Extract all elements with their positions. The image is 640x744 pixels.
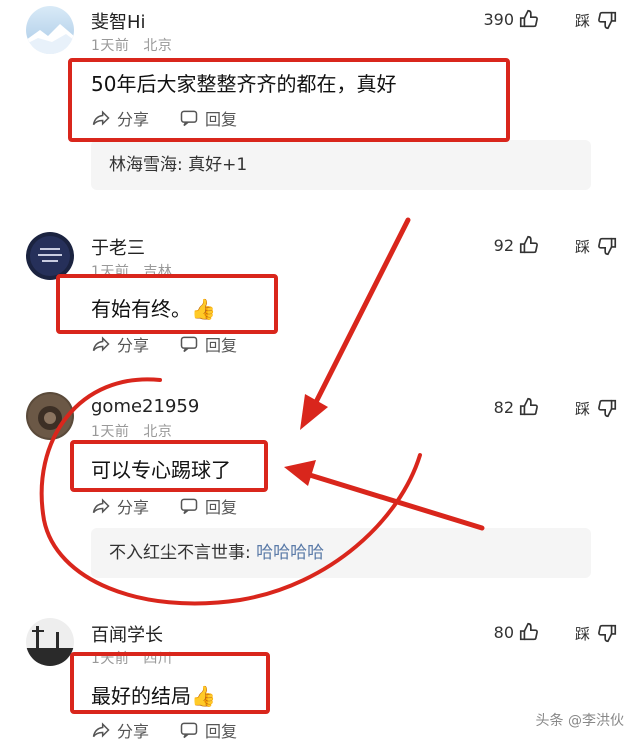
dislike-label: 踩 (574, 11, 590, 30)
comment-text: 有始有终。👍 (91, 297, 216, 321)
like-button[interactable]: 92 (494, 234, 540, 256)
like-button[interactable]: 82 (494, 396, 540, 418)
like-button[interactable]: 80 (494, 621, 540, 643)
thumb-up-icon (519, 622, 538, 641)
comment-location: 北京 (143, 38, 173, 54)
comment-location: 北京 (143, 424, 173, 440)
like-button[interactable]: 390 (483, 8, 540, 30)
share-label: 分享 (117, 722, 150, 741)
like-count: 390 (483, 9, 514, 29)
thumb-up-icon (519, 9, 538, 28)
share-button[interactable]: 分享 (91, 332, 149, 356)
like-count: 92 (493, 235, 514, 255)
thumb-up-icon (519, 397, 538, 416)
comment-meta: 1天前 吉林 (91, 261, 172, 281)
reply-icon (180, 336, 198, 353)
comment-text: 50年后大家整整齐齐的都在，真好 (91, 72, 397, 96)
reply-icon (180, 110, 198, 127)
avatar[interactable] (26, 618, 74, 666)
reply-author: 林海雪海: (109, 155, 183, 175)
reply-label: 回复 (205, 110, 238, 129)
thumb-up-icon (519, 235, 538, 254)
username[interactable]: 百闻学长 (91, 621, 163, 647)
share-button[interactable]: 分享 (91, 106, 149, 130)
share-label: 分享 (117, 110, 150, 129)
username[interactable]: 于老三 (91, 234, 145, 260)
reply-text: 哈哈哈哈 (256, 543, 325, 563)
share-button[interactable]: 分享 (91, 494, 149, 518)
share-label: 分享 (117, 498, 150, 517)
comment-location: 四川 (143, 651, 173, 667)
reply-preview[interactable]: 林海雪海: 真好+1 (91, 140, 591, 190)
share-icon (92, 722, 110, 738)
comment-actions: 分享 回复 (91, 106, 237, 130)
dislike-button[interactable]: 踩 (575, 9, 618, 31)
dislike-label: 踩 (574, 399, 590, 418)
reply-label: 回复 (205, 722, 238, 741)
reply-button[interactable]: 回复 (179, 718, 237, 742)
comment-actions: 分享 回复 (91, 332, 237, 356)
share-button[interactable]: 分享 (91, 718, 149, 742)
comment-text: 最好的结局👍 (91, 684, 216, 708)
reply-icon (180, 498, 198, 515)
share-icon (92, 336, 110, 352)
comment-time: 1天前 (91, 38, 130, 54)
thumb-down-icon (598, 11, 617, 30)
comment-meta: 1天前 北京 (91, 421, 172, 441)
avatar[interactable] (26, 392, 74, 440)
comment-text: 可以专心踢球了 (91, 458, 231, 482)
comment-3: gome21959 1天前 北京 82 踩 可以专心踢球了 分享 回复 不入红尘不… (0, 390, 640, 590)
comment-location: 吉林 (143, 264, 173, 280)
comment-meta: 1天前 四川 (91, 648, 172, 668)
reply-button[interactable]: 回复 (179, 494, 237, 518)
thumb-down-icon (598, 237, 617, 256)
comment-time: 1天前 (91, 651, 130, 667)
reply-icon (180, 722, 198, 739)
reply-text: 真好+1 (188, 155, 248, 175)
avatar[interactable] (26, 6, 74, 54)
thumb-down-icon (598, 399, 617, 418)
username[interactable]: gome21959 (91, 396, 199, 417)
username[interactable]: 斐智Hi (91, 8, 146, 34)
reply-button[interactable]: 回复 (179, 332, 237, 356)
comment-time: 1天前 (91, 264, 130, 280)
dislike-button[interactable]: 踩 (575, 397, 618, 419)
reply-button[interactable]: 回复 (179, 106, 237, 130)
share-label: 分享 (117, 336, 150, 355)
share-icon (92, 110, 110, 126)
comment-actions: 分享 回复 (91, 494, 237, 518)
comment-1: 斐智Hi 1天前 北京 390 踩 50年后大家整整齐齐的都在，真好 分享 回复 … (0, 0, 640, 200)
watermark: 头条 @李洪伙 (535, 713, 624, 729)
reply-label: 回复 (205, 498, 238, 517)
dislike-label: 踩 (574, 624, 590, 643)
like-count: 80 (493, 622, 514, 642)
comment-2: 于老三 1天前 吉林 92 踩 有始有终。👍 分享 回复 (0, 226, 640, 366)
avatar[interactable] (26, 232, 74, 280)
thumb-down-icon (598, 624, 617, 643)
comment-time: 1天前 (91, 424, 130, 440)
dislike-button[interactable]: 踩 (575, 235, 618, 257)
comment-actions: 分享 回复 (91, 718, 237, 742)
comment-meta: 1天前 北京 (91, 35, 172, 55)
share-icon (92, 498, 110, 514)
reply-preview[interactable]: 不入红尘不言世事: 哈哈哈哈 (91, 528, 591, 578)
reply-label: 回复 (205, 336, 238, 355)
reply-author: 不入红尘不言世事: (109, 543, 251, 563)
dislike-label: 踩 (574, 237, 590, 256)
like-count: 82 (493, 397, 514, 417)
dislike-button[interactable]: 踩 (575, 622, 618, 644)
